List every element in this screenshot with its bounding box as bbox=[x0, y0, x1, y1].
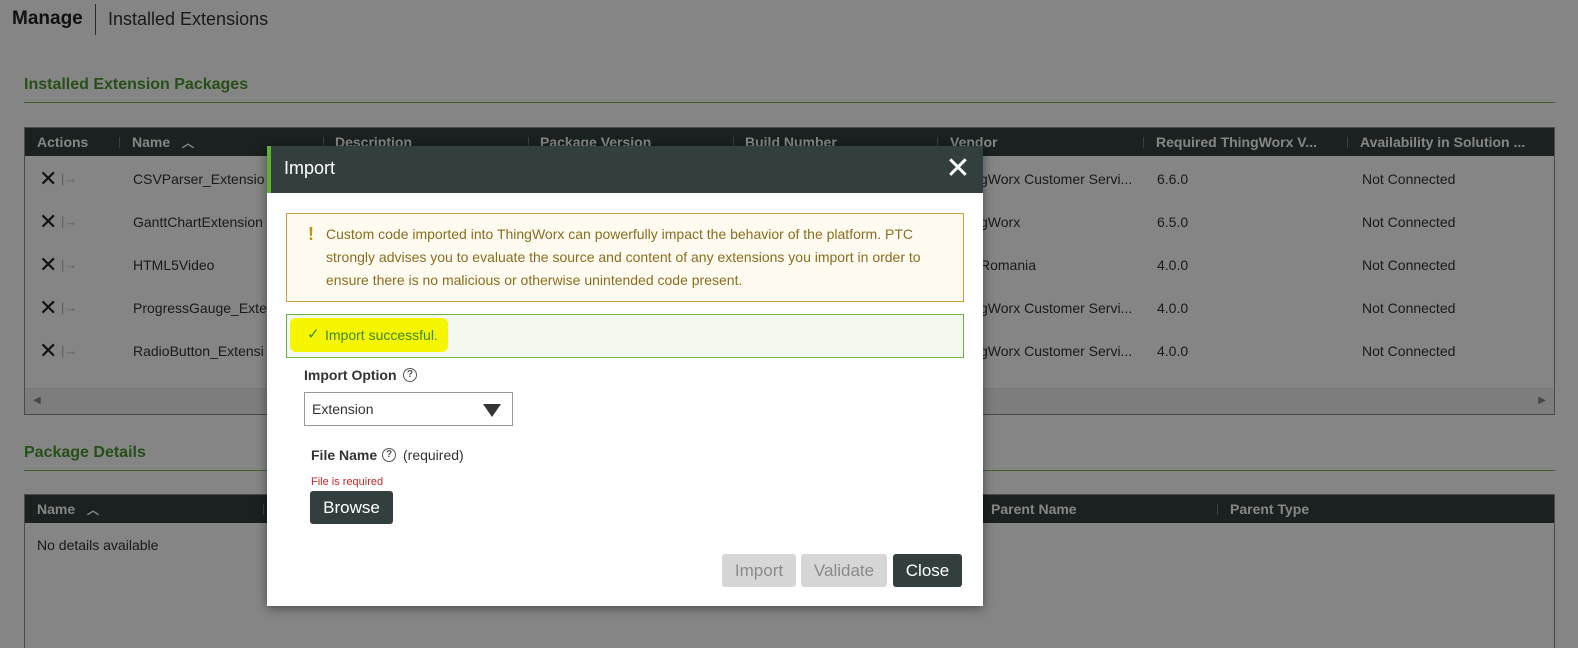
dialog-header: Import ✕ bbox=[267, 146, 983, 193]
browse-button[interactable]: Browse bbox=[310, 491, 393, 524]
close-icon[interactable]: ✕ bbox=[942, 152, 974, 186]
import-option-label: Import Option bbox=[304, 367, 397, 383]
required-note: (required) bbox=[403, 447, 464, 463]
validate-button[interactable]: Validate bbox=[801, 554, 887, 587]
warning-text: Custom code imported into ThingWorx can … bbox=[326, 226, 921, 288]
warning-message: ! Custom code imported into ThingWorx ca… bbox=[286, 213, 964, 302]
help-icon[interactable]: ? bbox=[382, 448, 396, 462]
import-dialog: Import ✕ ! Custom code imported into Thi… bbox=[267, 146, 983, 606]
warning-icon: ! bbox=[308, 224, 314, 244]
import-button[interactable]: Import bbox=[722, 554, 796, 587]
dropdown-caret-icon bbox=[483, 404, 501, 417]
import-option-select[interactable]: Extension bbox=[304, 392, 513, 426]
dialog-title: Import bbox=[284, 158, 336, 178]
close-button[interactable]: Close bbox=[893, 554, 962, 587]
file-error-text: File is required bbox=[311, 476, 384, 488]
import-option-value: Extension bbox=[312, 401, 374, 417]
success-text: Import successful. bbox=[325, 327, 438, 343]
file-name-label: File Name bbox=[311, 447, 378, 463]
success-message: ✓ Import successful. bbox=[286, 314, 964, 358]
help-icon[interactable]: ? bbox=[403, 368, 417, 382]
checkmark-icon: ✓ bbox=[307, 326, 320, 343]
